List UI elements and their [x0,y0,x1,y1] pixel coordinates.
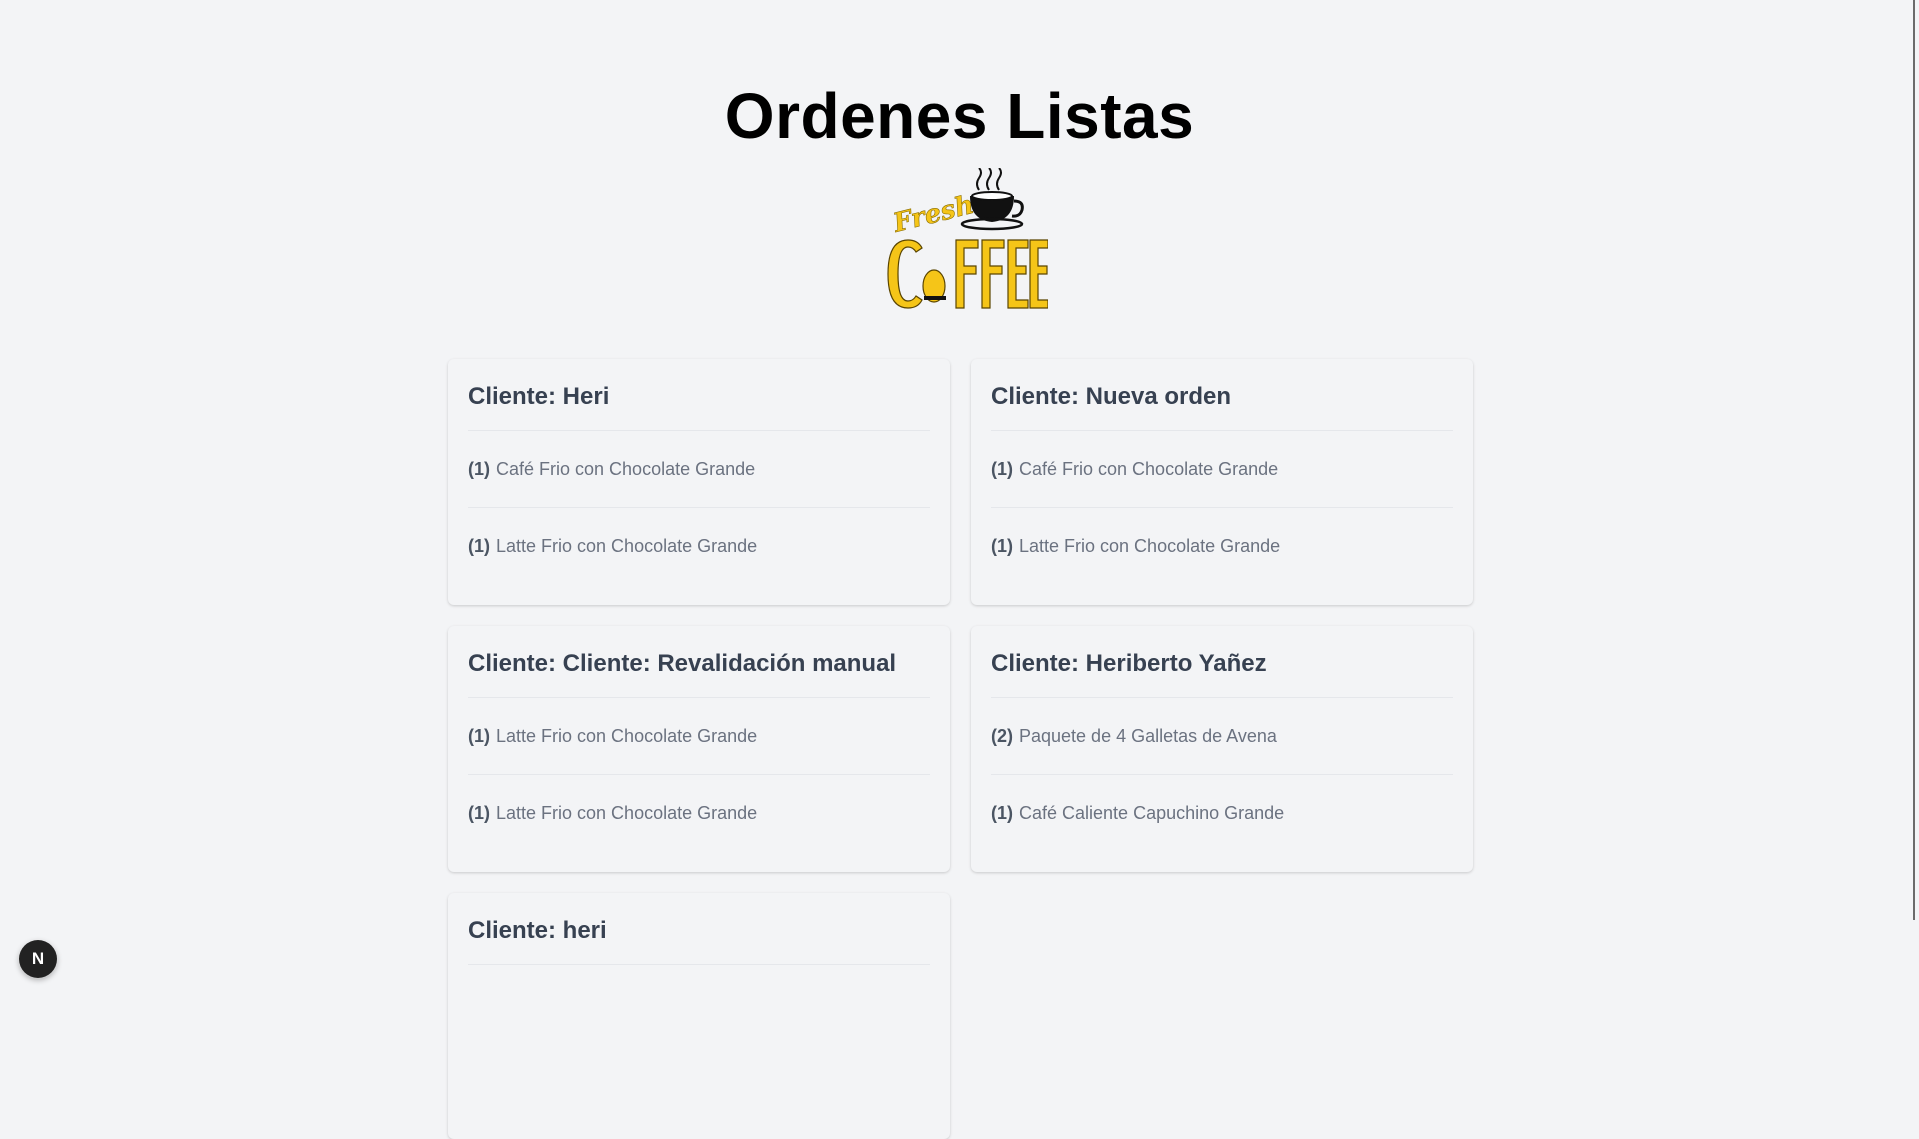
order-card: Cliente: Nueva orden (1) Café Frio con Ch… [971,359,1473,605]
order-client-title: Cliente: Heriberto Yañez [991,646,1453,698]
svg-text:Fresh: Fresh [889,190,977,239]
order-card: Cliente: heri [448,893,950,1139]
order-item: (1) Café Caliente Capuchino Grande [991,775,1453,851]
orders-grid: Cliente: Heri (1) Café Frio con Chocolate… [448,359,1473,1139]
item-quantity: (1) [468,536,490,556]
nextjs-icon[interactable]: N [19,940,57,978]
order-item: (1) Café Frio con Chocolate Grande [991,431,1453,508]
item-name: Paquete de 4 Galletas de Avena [1019,726,1277,746]
scrollbar[interactable] [1904,0,1919,992]
order-client-title: Cliente: Cliente: Revalidación manual [468,646,930,698]
item-name: Latte Frio con Chocolate Grande [1019,536,1281,556]
fresh-coffee-logo: Fresh [872,167,1049,312]
order-client-title: Cliente: Nueva orden [991,379,1453,431]
item-quantity: (2) [991,726,1013,746]
item-quantity: (1) [468,459,490,479]
item-name: Café Caliente Capuchino Grande [1019,803,1285,823]
page-title: Ordenes Listas [724,80,1195,152]
order-card: Cliente: Cliente: Revalidación manual (1… [448,626,950,872]
item-name: Café Frio con Chocolate Grande [1019,459,1279,479]
item-quantity: (1) [991,803,1013,823]
item-name: Latte Frio con Chocolate Grande [496,803,758,823]
item-name: Café Frio con Chocolate Grande [496,459,756,479]
order-card: Cliente: Heri (1) Café Frio con Chocolate… [448,359,950,605]
order-card: Cliente: Heriberto Yañez (2) Paquete de 4… [971,626,1473,872]
scrollbar-thumb[interactable] [1913,0,1915,920]
order-item: (1) Latte Frio con Chocolate Grande [468,775,930,851]
order-item: (1) Latte Frio con Chocolate Grande [468,698,930,775]
order-item: (1) Café Frio con Chocolate Grande [468,431,930,508]
item-quantity: (1) [991,459,1013,479]
order-item: (2) Paquete de 4 Galletas de Avena [991,698,1453,775]
item-name: Latte Frio con Chocolate Grande [496,536,758,556]
coffee-logo-icon: Fresh [887,167,1049,309]
order-client-title: Cliente: heri [468,913,930,965]
order-item: (1) Latte Frio con Chocolate Grande [991,508,1453,584]
item-name: Latte Frio con Chocolate Grande [496,726,758,746]
item-quantity: (1) [991,536,1013,556]
order-client-title: Cliente: Heri [468,379,930,431]
item-quantity: (1) [468,803,490,823]
item-quantity: (1) [468,726,490,746]
order-item: (1) Latte Frio con Chocolate Grande [468,508,930,584]
